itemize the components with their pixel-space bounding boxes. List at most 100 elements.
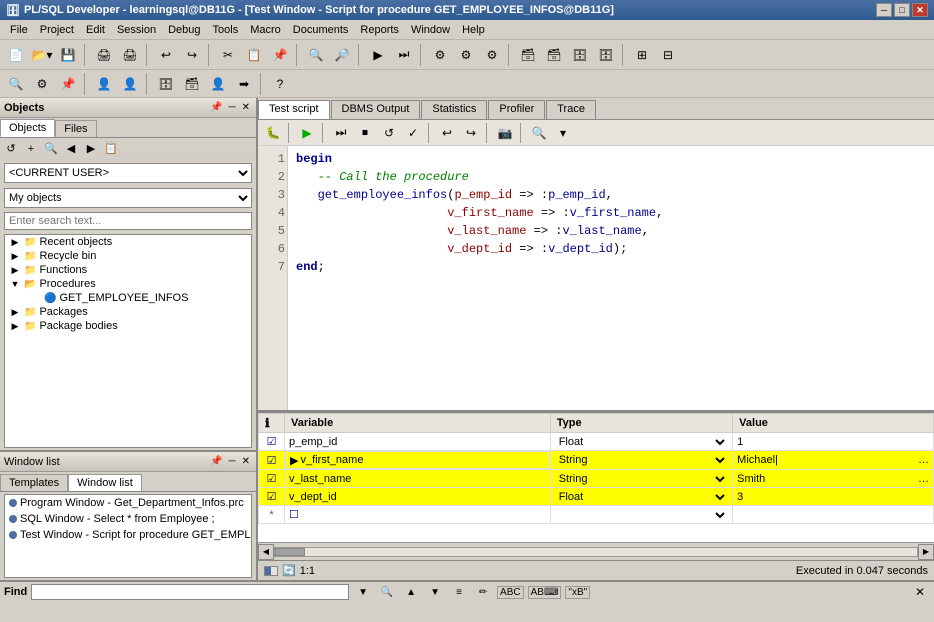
var-new-type[interactable] <box>550 506 732 524</box>
find-close-btn[interactable]: ✕ <box>910 584 930 600</box>
tb2-db[interactable]: 🗄 <box>154 73 178 95</box>
editor-commit-btn[interactable]: ✓ <box>402 123 424 143</box>
tb-print2[interactable]: 🖨 <box>118 44 142 66</box>
tb2-person2[interactable]: 👤 <box>118 73 142 95</box>
horizontal-scrollbar[interactable]: ◀ ▶ <box>258 542 934 560</box>
var-type-1[interactable]: String <box>550 451 732 470</box>
type-select-new[interactable] <box>555 508 728 522</box>
tb-compile2[interactable]: ⚙ <box>454 44 478 66</box>
var-value-3[interactable]: 3 <box>733 488 934 506</box>
obj-refresh-btn[interactable]: ↺ <box>2 140 20 158</box>
tab-objects[interactable]: Objects <box>0 119 55 137</box>
obj-copy-btn[interactable]: 📋 <box>102 140 120 158</box>
find-options-btn[interactable]: ≡ <box>449 584 469 600</box>
objects-pin-btn[interactable]: 📌 <box>208 102 224 113</box>
type-select-0[interactable]: Float <box>555 435 728 449</box>
menu-window[interactable]: Window <box>405 22 456 38</box>
var-type-0[interactable]: Float <box>550 433 732 451</box>
tree-item-package-bodies[interactable]: ▶ 📁 Package bodies <box>5 319 251 333</box>
var-value-2[interactable]: Smith … <box>733 470 934 488</box>
tab-profiler[interactable]: Profiler <box>488 100 545 119</box>
tb-db4[interactable]: 🗄 <box>594 44 618 66</box>
find-edit-btn[interactable]: ✏ <box>473 584 493 600</box>
hscroll-left-btn[interactable]: ◀ <box>258 544 274 560</box>
tree-item-functions[interactable]: ▶ 📁 Functions <box>5 263 251 277</box>
tb-search2[interactable]: 🔎 <box>330 44 354 66</box>
tb-db3[interactable]: 🗄 <box>568 44 592 66</box>
find-dropdown-btn[interactable]: ▼ <box>353 584 373 600</box>
hscroll-right-btn[interactable]: ▶ <box>918 544 934 560</box>
tab-statistics[interactable]: Statistics <box>421 100 487 119</box>
tb-grid1[interactable]: ⊞ <box>630 44 654 66</box>
var-type-3[interactable]: Float <box>550 488 732 506</box>
hscroll-thumb[interactable] <box>275 548 305 556</box>
search-input[interactable] <box>4 212 252 230</box>
tab-files[interactable]: Files <box>55 120 96 137</box>
tb2-pin[interactable]: 📌 <box>56 73 80 95</box>
tree-item-recent[interactable]: ▶ 📁 Recent objects <box>5 235 251 249</box>
find-search-btn[interactable]: 🔍 <box>377 584 397 600</box>
objects-min-btn[interactable]: ─ <box>227 102 238 113</box>
tb-undo[interactable]: ↩ <box>154 44 178 66</box>
tab-templates[interactable]: Templates <box>0 474 68 491</box>
current-user-dropdown[interactable]: <CURRENT USER> <box>4 163 252 183</box>
code-editor[interactable]: 1 2 3 4 5 6 7 begin -- Call the procedur… <box>258 146 934 412</box>
var-name-2[interactable]: v_last_name <box>285 470 551 488</box>
menu-session[interactable]: Session <box>111 22 162 38</box>
tb-run[interactable]: ▶ <box>366 44 390 66</box>
tb-paste[interactable]: 📌 <box>268 44 292 66</box>
expand-btn-1[interactable]: … <box>918 454 929 466</box>
editor-redo-btn[interactable]: ↪ <box>460 123 482 143</box>
tb-save[interactable]: 💾 <box>56 44 80 66</box>
tree-item-packages[interactable]: ▶ 📁 Packages <box>5 305 251 319</box>
tree-item-get-employee[interactable]: 🔵 GET_EMPLOYEE_INFOS <box>5 291 251 305</box>
tb2-person3[interactable]: 👤 <box>206 73 230 95</box>
tab-test-script[interactable]: Test script <box>258 100 330 119</box>
menu-edit[interactable]: Edit <box>80 22 111 38</box>
editor-undo-btn[interactable]: ↩ <box>436 123 458 143</box>
editor-step-btn[interactable]: ⏭ <box>330 123 352 143</box>
menu-help[interactable]: Help <box>456 22 491 38</box>
tb-new[interactable]: 📄 <box>4 44 28 66</box>
var-new-value[interactable] <box>733 506 934 524</box>
find-prev-btn[interactable]: ▲ <box>401 584 421 600</box>
editor-refresh-btn[interactable]: ↺ <box>378 123 400 143</box>
var-name-0[interactable]: p_emp_id <box>285 433 551 451</box>
tb2-db2[interactable]: 🗃 <box>180 73 204 95</box>
menu-reports[interactable]: Reports <box>354 22 405 38</box>
menu-debug[interactable]: Debug <box>162 22 206 38</box>
var-value-1[interactable]: Michael| … <box>733 451 934 470</box>
wl-item-1[interactable]: SQL Window - Select * from Employee ; <box>5 511 251 527</box>
obj-back-btn[interactable]: ◀ <box>62 140 80 158</box>
close-button[interactable]: ✕ <box>912 3 928 17</box>
tb-open-dropdown[interactable]: 📂▾ <box>30 44 54 66</box>
tb2-help[interactable]: ? <box>268 73 292 95</box>
tb-compile3[interactable]: ⚙ <box>480 44 504 66</box>
wl-item-2[interactable]: Test Window - Script for procedure GET_E… <box>5 527 251 543</box>
tb2-person1[interactable]: 👤 <box>92 73 116 95</box>
tb-copy[interactable]: 📋 <box>242 44 266 66</box>
code-content[interactable]: begin -- Call the procedure get_employee… <box>288 146 934 410</box>
type-select-3[interactable]: Float <box>555 490 728 504</box>
editor-search-dropdown[interactable]: ▾ <box>552 123 574 143</box>
editor-run-btn[interactable]: ▶ <box>296 123 318 143</box>
tb-compile[interactable]: ⚙ <box>428 44 452 66</box>
tb-grid2[interactable]: ⊟ <box>656 44 680 66</box>
wl-close-btn[interactable]: ✕ <box>240 456 252 467</box>
var-new-check[interactable]: ☐ <box>285 506 551 524</box>
tab-window-list[interactable]: Window list <box>68 474 142 491</box>
wl-item-0[interactable]: Program Window - Get_Department_Infos.pr… <box>5 495 251 511</box>
my-objects-dropdown[interactable]: My objects <box>4 188 252 208</box>
hscroll-track[interactable] <box>274 547 918 557</box>
tb-cut[interactable]: ✂ <box>216 44 240 66</box>
menu-file[interactable]: File <box>4 22 34 38</box>
expand-btn-2[interactable]: … <box>918 473 929 485</box>
tb-db1[interactable]: 🗃 <box>516 44 540 66</box>
tb2-settings[interactable]: ⚙ <box>30 73 54 95</box>
var-value-0[interactable]: 1 <box>733 433 934 451</box>
tb2-arrow[interactable]: ➡ <box>232 73 256 95</box>
tb-redo[interactable]: ↪ <box>180 44 204 66</box>
tb-search[interactable]: 🔍 <box>304 44 328 66</box>
tree-item-procedures[interactable]: ▼ 📂 Procedures <box>5 277 251 291</box>
editor-stop-btn[interactable]: ⏹ <box>354 123 376 143</box>
